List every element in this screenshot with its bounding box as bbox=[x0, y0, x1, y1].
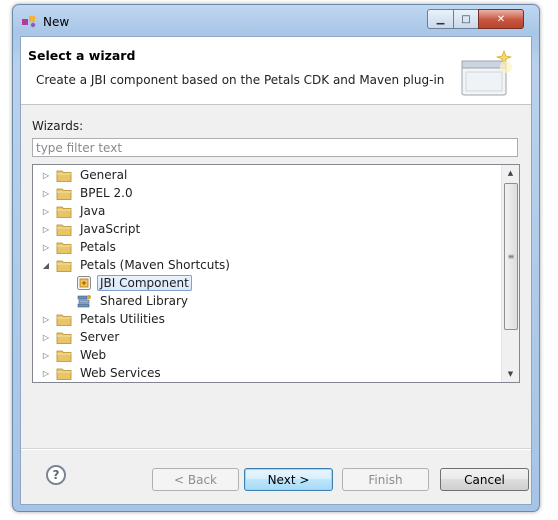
cancel-button[interactable]: Cancel bbox=[440, 468, 529, 491]
window-title: New bbox=[43, 15, 70, 29]
tree-item-label: Server bbox=[80, 330, 120, 344]
dialog-client-area: Select a wizard Create a JBI component b… bbox=[20, 36, 532, 505]
tree-item-label: Web bbox=[80, 348, 107, 362]
folder-icon bbox=[56, 169, 72, 182]
folder-icon bbox=[56, 313, 72, 326]
tree-item-label: Petals bbox=[80, 240, 116, 254]
back-button[interactable]: < Back bbox=[152, 468, 239, 491]
close-button[interactable]: ✕ bbox=[478, 9, 524, 29]
vertical-scrollbar[interactable]: ▲ ≡ ▼ bbox=[501, 165, 519, 382]
tree-item[interactable]: ▷ Java bbox=[41, 202, 108, 220]
new-wizard-window: New ▁ □ ✕ Select a wizard Create a JBI c… bbox=[12, 4, 540, 512]
minimize-button[interactable]: ▁ bbox=[427, 9, 454, 29]
scroll-down-icon[interactable]: ▼ bbox=[502, 366, 519, 382]
tree-item-label: Shared Library bbox=[100, 294, 189, 308]
folder-icon bbox=[56, 223, 72, 236]
tree-item-label: JavaScript bbox=[80, 222, 141, 236]
tree-item[interactable]: ▷ JavaScript bbox=[41, 220, 143, 238]
folder-icon bbox=[56, 349, 72, 362]
tree-item[interactable]: ▷ Web bbox=[41, 346, 109, 364]
collapsed-arrow-icon[interactable]: ▷ bbox=[41, 188, 51, 198]
tree-item-label: Petals Utilities bbox=[80, 312, 165, 326]
filter-input[interactable] bbox=[32, 138, 518, 157]
tree-item[interactable]: ▷ BPEL 2.0 bbox=[41, 184, 136, 202]
tree-item[interactable]: JBI Component bbox=[71, 274, 192, 292]
folder-icon bbox=[56, 259, 72, 272]
expanded-arrow-icon[interactable]: ◢ bbox=[41, 260, 51, 270]
tree-item-label: Petals (Maven Shortcuts) bbox=[80, 258, 230, 272]
collapsed-arrow-icon[interactable]: ▷ bbox=[41, 242, 51, 252]
folder-icon bbox=[56, 205, 72, 218]
folder-icon bbox=[56, 187, 72, 200]
collapsed-arrow-icon[interactable]: ▷ bbox=[41, 350, 51, 360]
tree-item[interactable]: ◢ Petals (Maven Shortcuts) bbox=[41, 256, 233, 274]
wizard-banner-icon bbox=[461, 50, 513, 96]
collapsed-arrow-icon[interactable]: ▷ bbox=[41, 206, 51, 216]
maximize-icon: □ bbox=[461, 13, 471, 25]
collapsed-arrow-icon[interactable]: ▷ bbox=[41, 170, 51, 180]
folder-icon bbox=[56, 241, 72, 254]
tree-item-label: JBI Component bbox=[97, 275, 192, 291]
tree-item[interactable]: ▷ General bbox=[41, 166, 130, 184]
collapsed-arrow-icon[interactable]: ▷ bbox=[41, 332, 51, 342]
page-title: Select a wizard bbox=[28, 48, 136, 63]
minimize-icon: ▁ bbox=[436, 13, 445, 25]
wizard-header: Select a wizard Create a JBI component b… bbox=[21, 37, 531, 105]
finish-button[interactable]: Finish bbox=[342, 468, 429, 491]
next-button[interactable]: Next > bbox=[244, 468, 333, 491]
button-bar-separator bbox=[21, 448, 531, 450]
collapsed-arrow-icon[interactable]: ▷ bbox=[41, 314, 51, 324]
title-bar[interactable]: New ▁ □ ✕ bbox=[13, 5, 539, 39]
help-icon[interactable]: ? bbox=[46, 465, 66, 485]
tree-item[interactable]: ▷ Web Services bbox=[41, 364, 164, 382]
jbi-component-icon bbox=[76, 275, 92, 291]
grip-icon: ≡ bbox=[507, 252, 515, 261]
tree-item[interactable]: Shared Library bbox=[71, 292, 191, 310]
tree-item-label: Web Services bbox=[80, 366, 161, 380]
wizards-label: Wizards: bbox=[32, 119, 84, 133]
tree-item[interactable]: ▷ Petals bbox=[41, 238, 119, 256]
scrollbar-thumb[interactable]: ≡ bbox=[504, 183, 518, 330]
close-icon: ✕ bbox=[496, 13, 506, 25]
shared-library-icon bbox=[76, 293, 92, 309]
folder-icon bbox=[56, 367, 72, 380]
tree-item-label: Java bbox=[80, 204, 106, 218]
tree-item[interactable]: ▷ Petals Utilities bbox=[41, 310, 168, 328]
tree-item[interactable]: ▷ Server bbox=[41, 328, 122, 346]
tree-item-label: BPEL 2.0 bbox=[80, 186, 133, 200]
scroll-up-icon[interactable]: ▲ bbox=[502, 165, 519, 181]
tree-item-label: General bbox=[80, 168, 128, 182]
page-description: Create a JBI component based on the Peta… bbox=[36, 73, 445, 87]
eclipse-new-icon bbox=[22, 16, 36, 28]
maximize-button[interactable]: □ bbox=[453, 9, 479, 29]
collapsed-arrow-icon[interactable]: ▷ bbox=[41, 224, 51, 234]
wizard-tree[interactable]: ▷ General ▷ BPEL 2.0 ▷ Java ▷ JavaScript ▷ Petals… bbox=[32, 164, 520, 383]
collapsed-arrow-icon[interactable]: ▷ bbox=[41, 368, 51, 378]
folder-icon bbox=[56, 331, 72, 344]
